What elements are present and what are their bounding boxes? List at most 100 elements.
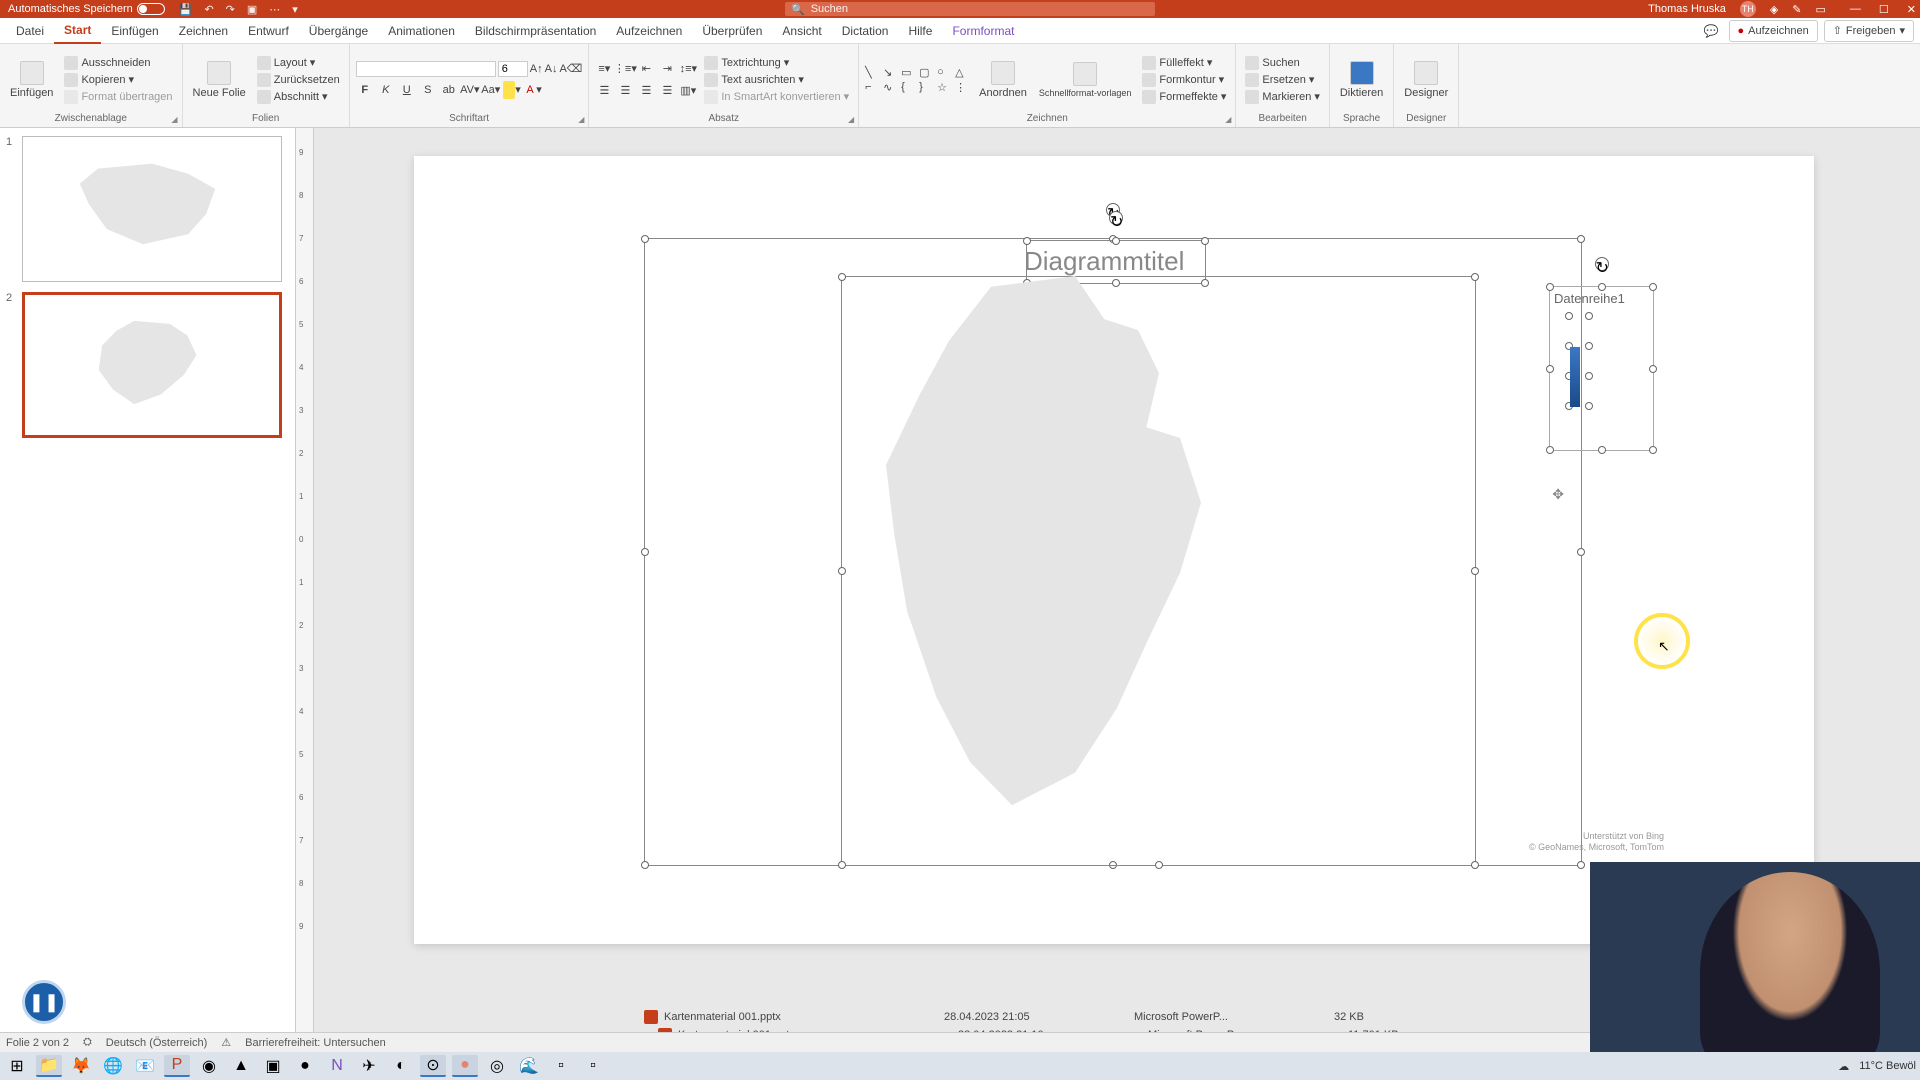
clear-format-icon[interactable]: A⌫ [559,62,582,75]
slide-counter[interactable]: Folie 2 von 2 [6,1037,69,1049]
weather-icon[interactable]: ☁ [1838,1060,1849,1073]
triangle-shape-icon[interactable]: △ [955,66,971,79]
copy-button[interactable]: Kopieren▾ [61,72,175,88]
rotate-handle-icon[interactable]: ↻ [1109,211,1123,225]
app-icon[interactable]: ◉ [196,1055,222,1077]
spacing-button[interactable]: AV▾ [461,81,479,99]
rect-shape-icon[interactable]: ▭ [901,66,917,79]
freigeben-button[interactable]: ⇧Freigeben▾ [1824,20,1914,42]
aufzeichnen-button[interactable]: ●Aufzeichnen [1729,20,1818,42]
tab-zeichnen[interactable]: Zeichnen [169,18,238,44]
slideshow-icon[interactable]: ▣ [247,3,257,16]
line-shape-icon[interactable]: ╲ [865,66,881,79]
rotate-handle-icon[interactable]: ↻ [1595,257,1609,271]
line-spacing-button[interactable]: ↕≡▾ [679,60,697,78]
pen-icon[interactable]: ✎ [1792,3,1801,16]
onenote-icon[interactable]: N [324,1055,350,1077]
tab-ueberpruefen[interactable]: Überprüfen [692,18,772,44]
firefox-icon[interactable]: 🦊 [68,1055,94,1077]
cut-button[interactable]: Ausschneiden [61,55,175,71]
increase-indent-button[interactable]: ⇥ [658,60,676,78]
columns-button[interactable]: ▥▾ [679,82,697,100]
recording-pause-button[interactable]: ❚❚ [22,980,66,1024]
start-button[interactable]: ⊞ [4,1055,30,1077]
tab-ansicht[interactable]: Ansicht [772,18,831,44]
toggle-off-icon[interactable] [137,3,165,15]
user-avatar[interactable]: TH [1740,1,1756,17]
more-icon[interactable]: ⋯ [269,3,280,16]
case-button[interactable]: Aa▾ [482,81,500,99]
strikethrough-button[interactable]: S [419,81,437,99]
format-painter-button[interactable]: Format übertragen [61,89,175,105]
increase-font-icon[interactable]: A↑ [530,63,543,75]
tab-dictation[interactable]: Dictation [832,18,899,44]
autosave-toggle[interactable]: Automatisches Speichern [8,3,165,15]
window-icon[interactable]: ▭ [1816,3,1826,16]
vlc-icon[interactable]: ▲ [228,1055,254,1077]
section-button[interactable]: Abschnitt▾ [254,89,343,105]
chart-legend[interactable]: Datenreihe1 ↻ [1549,286,1654,451]
paste-button[interactable]: Einfügen [6,46,57,113]
undo-icon[interactable]: ↶ [204,3,213,16]
shapes-gallery[interactable]: ╲↘▭▢○△ ⌐∿{}☆⋮ [865,46,971,113]
close-icon[interactable]: ✕ [1907,3,1916,16]
decrease-font-icon[interactable]: A↓ [545,63,558,75]
tab-formformat[interactable]: Formformat [942,18,1024,44]
arrow-shape-icon[interactable]: ↘ [883,66,899,79]
tab-start[interactable]: Start [54,18,101,44]
minimize-icon[interactable]: — [1850,3,1861,16]
telegram-icon[interactable]: ✈ [356,1055,382,1077]
curve-shape-icon[interactable]: ∿ [883,81,899,94]
new-slide-button[interactable]: Neue Folie [189,46,250,113]
dictate-button[interactable]: Diktieren [1336,46,1387,113]
replace-button[interactable]: Ersetzen▾ [1242,72,1322,88]
highlight-button[interactable]: ▾ [503,81,521,99]
dialog-launcher-icon[interactable]: ◢ [1225,115,1231,124]
accessibility-icon[interactable]: ⛭ [83,1036,92,1049]
tab-uebergaenge[interactable]: Übergänge [299,18,378,44]
quick-styles-button[interactable]: Schnellformat-vorlagen [1035,46,1136,113]
comments-icon[interactable]: 💬 [1700,20,1723,42]
app-icon[interactable]: ● [292,1055,318,1077]
layout-button[interactable]: Layout▾ [254,55,343,71]
coming-soon-icon[interactable]: ◈ [1770,3,1778,16]
dialog-launcher-icon[interactable]: ◢ [578,115,584,124]
brace2-shape-icon[interactable]: } [919,81,935,94]
bold-button[interactable]: F [356,81,374,99]
align-text-button[interactable]: Text ausrichten▾ [701,72,852,88]
select-button[interactable]: Markieren▾ [1242,89,1322,105]
slide[interactable]: ↻ ↻ Diagrammtitel Datenreihe1 ↻ [414,156,1814,944]
text-direction-button[interactable]: Textrichtung▾ [701,55,852,71]
search-box[interactable]: 🔍 Suchen [785,2,1155,16]
tab-aufzeichnen[interactable]: Aufzeichnen [606,18,692,44]
thumbnail-slide-2[interactable]: 2 [8,292,287,438]
tab-bildschirm[interactable]: Bildschirmpräsentation [465,18,606,44]
system-tray[interactable]: ☁ 11°C Bewöl [1838,1060,1916,1073]
reset-button[interactable]: Zurücksetzen [254,72,343,88]
dialog-launcher-icon[interactable]: ◢ [171,115,177,124]
font-size-input[interactable] [498,61,528,77]
tab-einfuegen[interactable]: Einfügen [101,18,168,44]
app-icon[interactable]: ▣ [260,1055,286,1077]
recording-app-icon[interactable]: ● [452,1055,478,1077]
align-center-button[interactable]: ☰ [616,82,634,100]
language-status[interactable]: Deutsch (Österreich) [106,1037,207,1049]
explorer-icon[interactable]: 📁 [36,1055,62,1077]
find-button[interactable]: Suchen [1242,55,1322,71]
accessibility-status[interactable]: Barrierefreiheit: Untersuchen [245,1037,386,1049]
connector-shape-icon[interactable]: ⌐ [865,81,881,94]
qat-dropdown-icon[interactable]: ▾ [292,3,298,16]
app-icon[interactable]: ▫ [548,1055,574,1077]
star-shape-icon[interactable]: ☆ [937,81,953,94]
shadow-button[interactable]: ab [440,81,458,99]
more-shapes-icon[interactable]: ⋮ [955,81,971,94]
accessibility-check-icon[interactable]: ⚠ [221,1036,231,1049]
user-name[interactable]: Thomas Hruska [1648,3,1726,15]
powerpoint-icon[interactable]: P [164,1055,190,1077]
app-icon[interactable]: ◎ [484,1055,510,1077]
redo-icon[interactable]: ↷ [226,3,235,16]
decrease-indent-button[interactable]: ⇤ [637,60,655,78]
align-left-button[interactable]: ☰ [595,82,613,100]
thumbnail-slide-1[interactable]: 1 [8,136,287,282]
align-right-button[interactable]: ☰ [637,82,655,100]
